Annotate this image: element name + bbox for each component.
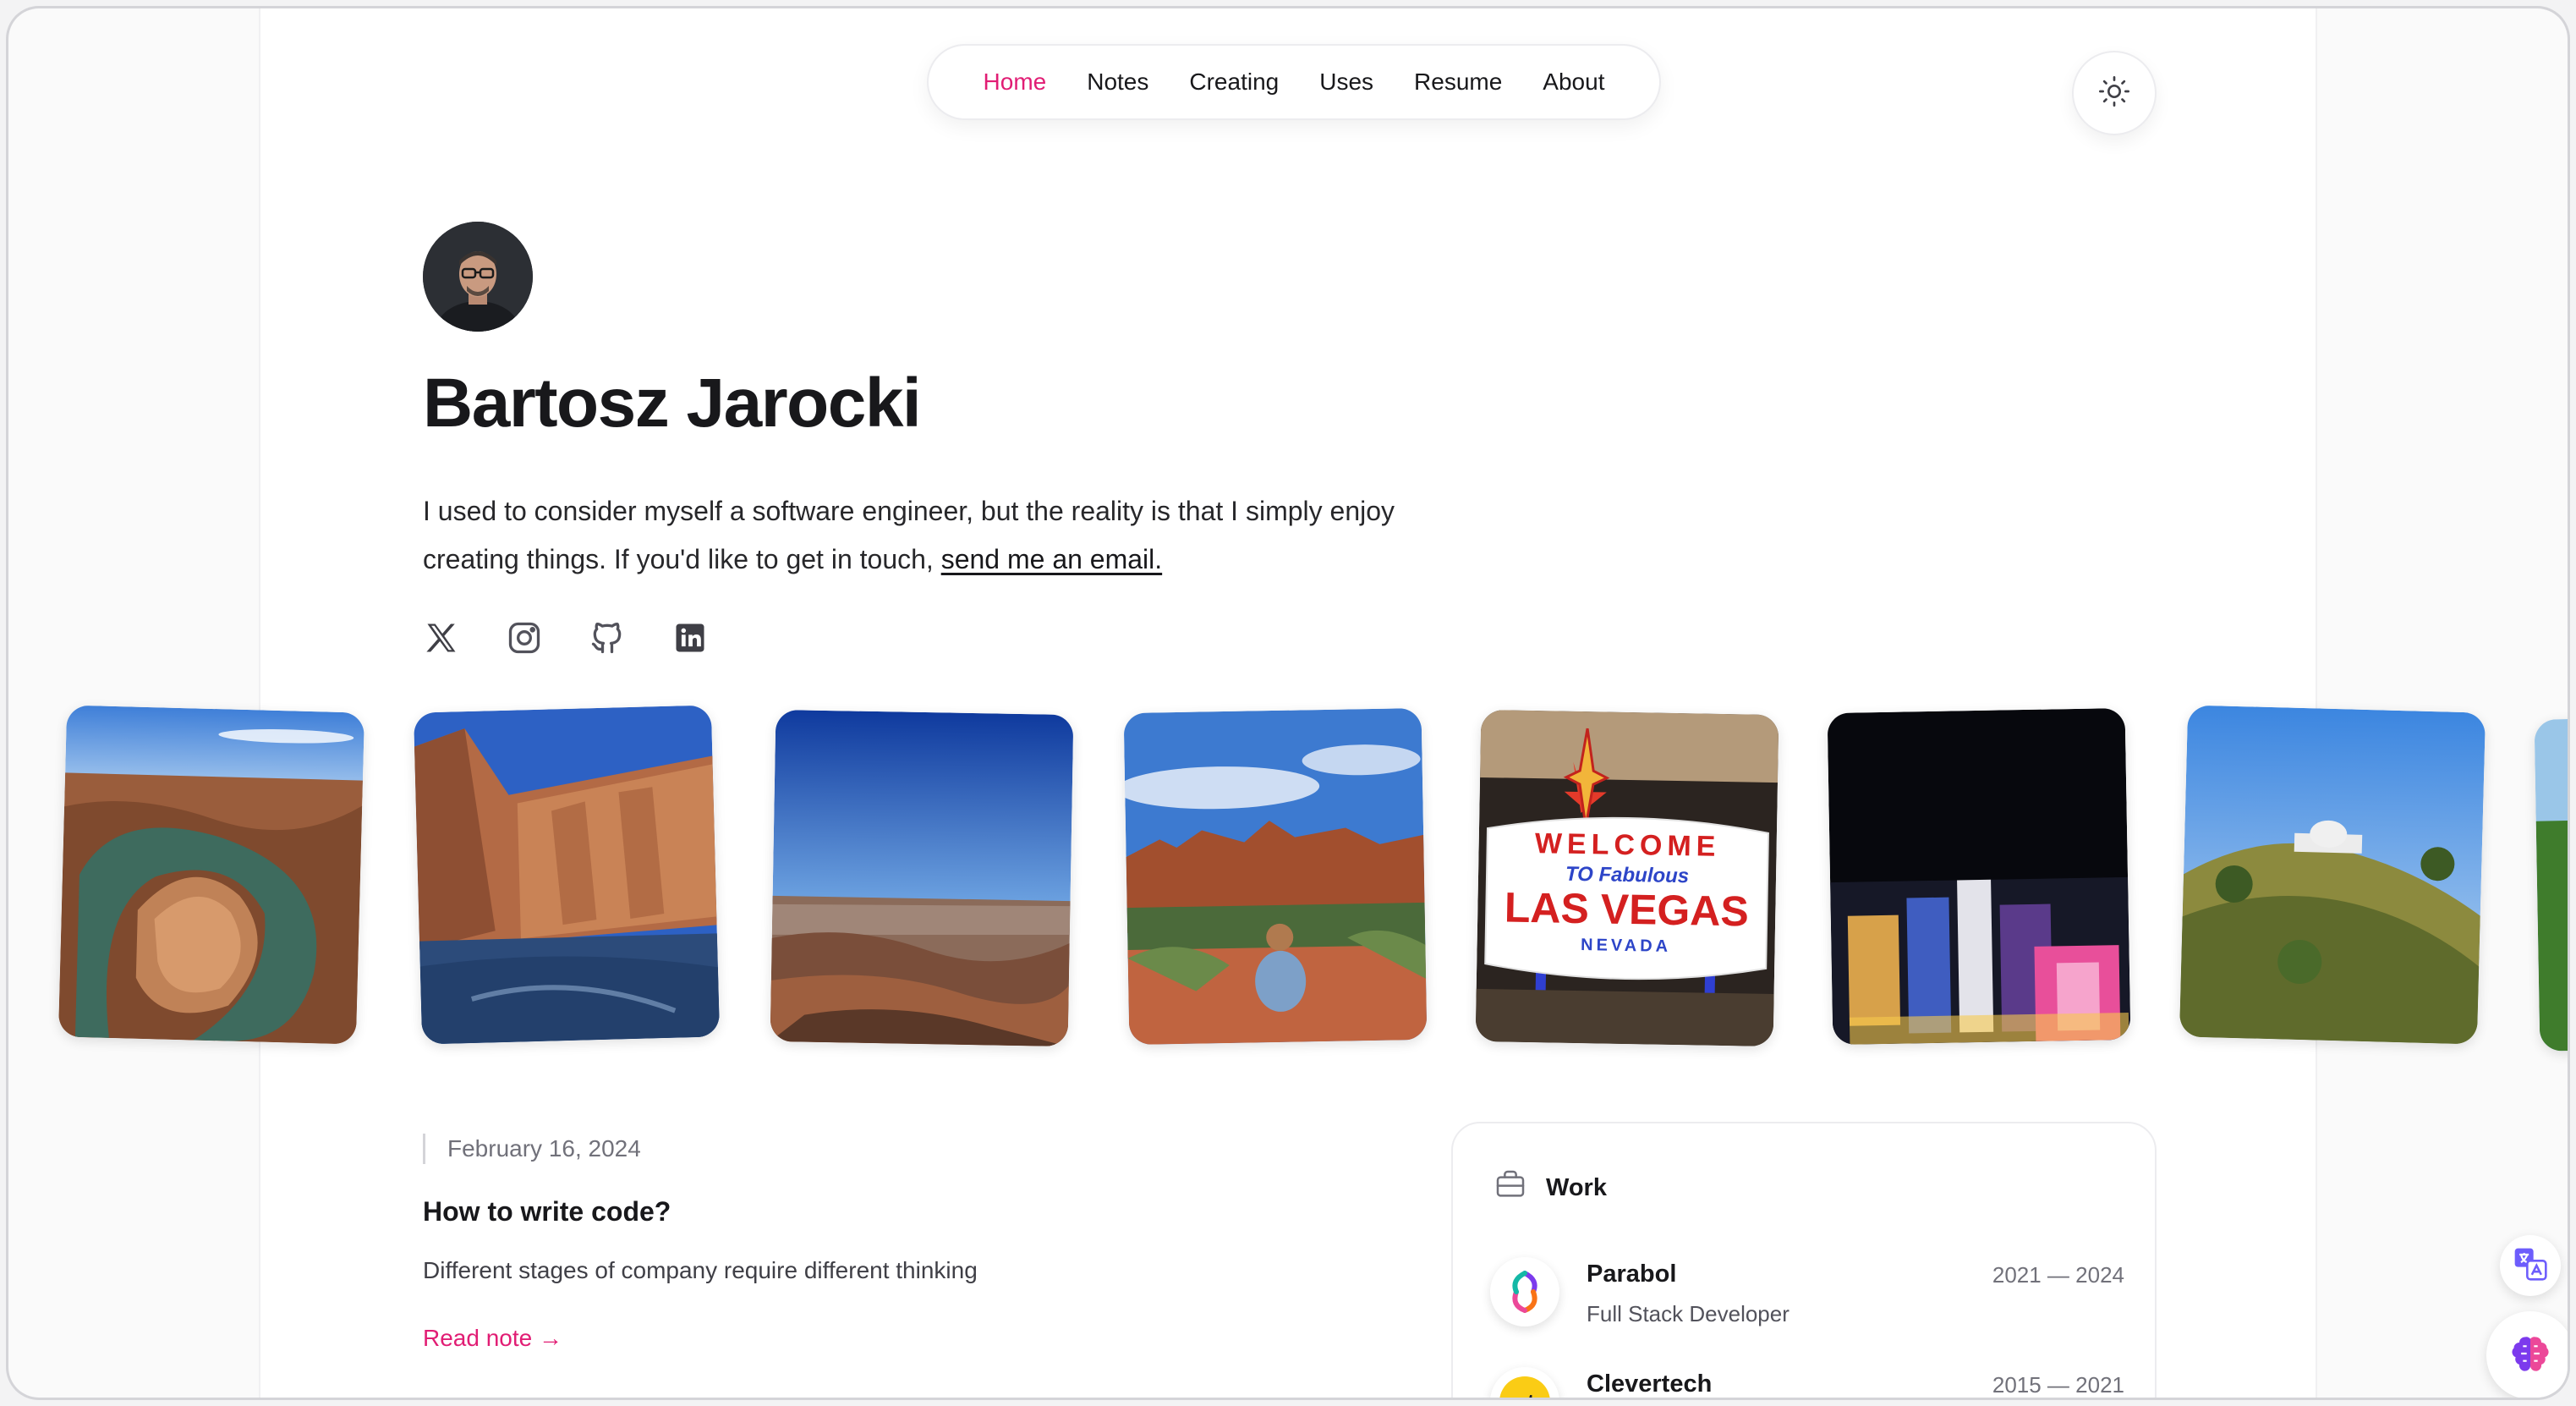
sign-to-fabulous: TO Fabulous xyxy=(1565,863,1690,888)
job-company: Parabol xyxy=(1587,1260,1677,1288)
photo-lake-powell-canyon[interactable] xyxy=(413,705,721,1045)
ai-assistant-button[interactable] xyxy=(2486,1311,2568,1398)
nav-uses[interactable]: Uses xyxy=(1319,69,1373,96)
bio-body: I used to consider myself a software eng… xyxy=(423,496,1395,574)
nav-home[interactable]: Home xyxy=(984,69,1047,96)
read-note-link[interactable]: Read note → xyxy=(423,1325,562,1352)
bio-text: I used to consider myself a software eng… xyxy=(423,487,1438,584)
avatar xyxy=(423,222,533,332)
nav-about[interactable]: About xyxy=(1543,69,1604,96)
photo-sedona-red-rocks[interactable] xyxy=(1123,707,1428,1046)
note-date: February 16, 2024 xyxy=(423,1134,641,1164)
job-item: Parabol Full Stack Developer 2021 — 2024 xyxy=(1490,1257,2124,1333)
photo-horseshoe-bend[interactable] xyxy=(58,705,365,1045)
instagram-icon[interactable] xyxy=(506,619,543,656)
note-title[interactable]: How to write code? xyxy=(423,1196,671,1228)
brain-icon xyxy=(2508,1332,2552,1380)
note-description: Different stages of company require diff… xyxy=(423,1257,978,1283)
linkedin-icon[interactable] xyxy=(671,619,709,656)
sun-icon xyxy=(2097,74,2131,113)
github-icon[interactable] xyxy=(589,619,626,656)
job-years: 2021 — 2024 xyxy=(1992,1262,2124,1288)
job-years: 2015 — 2021 xyxy=(1992,1372,2124,1398)
sign-nevada: NEVADA xyxy=(1581,936,1671,956)
job-role: Full Stack Developer xyxy=(1587,1301,1789,1326)
x-icon[interactable] xyxy=(423,619,460,656)
parabol-logo xyxy=(1490,1257,1559,1326)
photo-las-vegas-sign[interactable]: WELCOME TO Fabulous LAS VEGAS NEVADA xyxy=(1475,709,1779,1047)
job-item: ct Clevertech 2015 — 2021 xyxy=(1490,1367,2124,1398)
work-card: Work Parabol Full Stack Developer 2021 —… xyxy=(1451,1122,2157,1398)
work-header: Work xyxy=(1494,1167,1607,1208)
page-title: Bartosz Jarocki xyxy=(423,365,922,442)
photo-grand-canyon[interactable] xyxy=(770,709,1074,1047)
sign-welcome: WELCOME xyxy=(1535,827,1721,863)
translate-icon xyxy=(2512,1245,2549,1287)
clevertech-logo: ct xyxy=(1490,1367,1559,1398)
nav-notes[interactable]: Notes xyxy=(1087,69,1148,96)
sign-las-vegas: LAS VEGAS xyxy=(1504,883,1749,935)
photo-partial-next[interactable] xyxy=(2534,718,2568,1052)
email-link[interactable]: send me an email. xyxy=(941,544,1162,574)
photo-griffith-observatory[interactable] xyxy=(2179,705,2486,1045)
job-company: Clevertech xyxy=(1587,1370,1713,1398)
main-nav: Home Notes Creating Uses Resume About xyxy=(927,44,1661,120)
theme-toggle-button[interactable] xyxy=(2072,51,2157,135)
social-links xyxy=(423,619,709,656)
photo-las-vegas-night[interactable] xyxy=(1827,707,2131,1046)
nav-creating[interactable]: Creating xyxy=(1189,69,1279,96)
clevertech-logo-mark: ct xyxy=(1499,1376,1550,1398)
browser-window: Home Notes Creating Uses Resume About Ba… xyxy=(8,8,2568,1398)
briefcase-icon xyxy=(1494,1167,1527,1208)
work-heading: Work xyxy=(1546,1173,1607,1201)
nav-resume[interactable]: Resume xyxy=(1414,69,1502,96)
translate-button[interactable] xyxy=(2500,1235,2561,1296)
